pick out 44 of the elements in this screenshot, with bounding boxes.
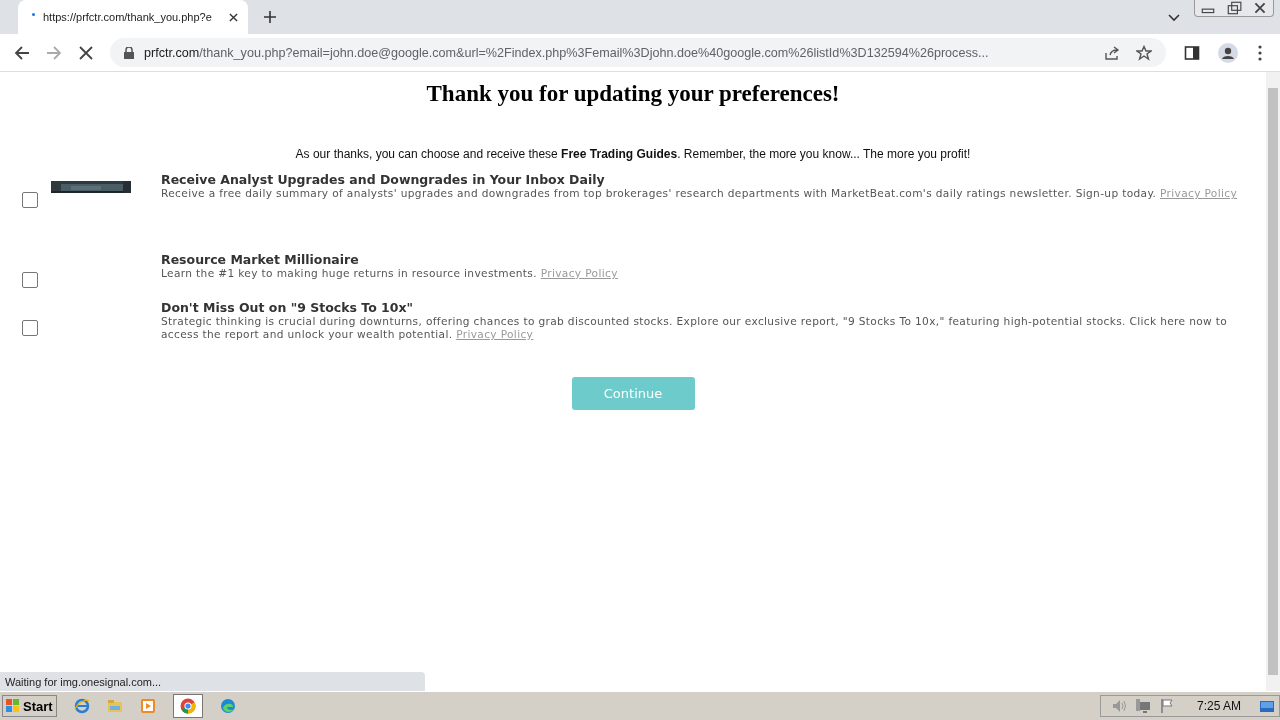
address-bar[interactable]: prfctr.com/thank_you.php?email=john.doe@google.com&url=%2Findex.php%3Femail%3Djohn.doe%40google.com%26listId%3D132594%26process... bbox=[110, 38, 1166, 67]
chrome-icon[interactable] bbox=[179, 698, 196, 714]
intro-text: As our thanks, you can choose and receive these Free Trading Guides. Remember, the more you know... The more you profit! bbox=[294, 147, 972, 161]
offer-title: Receive Analyst Upgrades and Downgrades in Your Inbox Daily bbox=[161, 173, 606, 187]
checkbox[interactable] bbox=[22, 320, 38, 336]
clock: 7:25 AM bbox=[1196, 699, 1241, 713]
flag-icon[interactable] bbox=[1158, 698, 1175, 714]
start-button[interactable]: Start bbox=[2, 695, 57, 717]
network-icon[interactable] bbox=[1134, 698, 1151, 714]
windows-logo-icon bbox=[6, 699, 20, 713]
continue-button[interactable]: Continue bbox=[571, 377, 695, 410]
checkbox[interactable] bbox=[22, 272, 38, 288]
close-icon[interactable] bbox=[229, 12, 238, 22]
checkbox[interactable] bbox=[22, 192, 38, 208]
privacy-policy-link[interactable]: Privacy Policy bbox=[456, 328, 534, 340]
offer-description: Strategic thinking is crucial during downturns, offering chances to grab discounted stocks. Explore our exclusive report, "9 Stocks To 10x," featuring high-potential stocks. Click here now to access the report and unlock your wealth potential. Privacy Policy bbox=[161, 315, 1229, 341]
edge-icon[interactable] bbox=[219, 698, 236, 714]
offer-description: Learn the #1 key to making huge returns in resource investments. Privacy Policy bbox=[161, 267, 619, 280]
tab-title: https://prfctr.com/thank_you.php?e bbox=[43, 11, 213, 23]
side-panel-icon[interactable] bbox=[1184, 44, 1200, 61]
share-icon[interactable] bbox=[1104, 44, 1120, 61]
scrollbar[interactable] bbox=[1266, 72, 1280, 691]
chevron-down-icon[interactable] bbox=[1168, 14, 1180, 22]
browser-e-icon[interactable] bbox=[73, 698, 90, 714]
browser-tab[interactable]: https://prfctr.com/thank_you.php?e bbox=[18, 0, 248, 34]
status-text: Waiting for img.onesignal.com... bbox=[0, 672, 425, 691]
taskbar-button[interactable] bbox=[172, 694, 203, 718]
profile-icon[interactable] bbox=[1218, 42, 1238, 63]
offer-title: Resource Market Millionaire bbox=[161, 253, 360, 267]
page-heading: Thank you for updating your preferences! bbox=[425, 81, 841, 107]
media-player-icon[interactable] bbox=[139, 698, 156, 714]
star-icon[interactable] bbox=[1136, 44, 1152, 61]
privacy-policy-link[interactable]: Privacy Policy bbox=[1160, 187, 1238, 199]
stop-icon[interactable] bbox=[78, 44, 94, 61]
new-tab-icon[interactable] bbox=[264, 11, 276, 23]
forward-icon[interactable] bbox=[46, 44, 62, 61]
offer-description: Receive a free daily summary of analysts' upgrades and downgrades from top brokerages' research departments with MarketBeat.com's daily ratings newsletter. Sign-up today. Privacy Policy bbox=[161, 187, 1239, 200]
menu-icon[interactable] bbox=[1258, 44, 1262, 61]
offer-title: Don't Miss Out on "9 Stocks To 10x" bbox=[161, 301, 415, 315]
show-desktop-icon[interactable] bbox=[1259, 698, 1275, 714]
lock-icon bbox=[124, 46, 134, 59]
privacy-policy-link[interactable]: Privacy Policy bbox=[540, 267, 618, 279]
window-controls[interactable] bbox=[1194, 0, 1274, 17]
back-icon[interactable] bbox=[14, 44, 30, 61]
